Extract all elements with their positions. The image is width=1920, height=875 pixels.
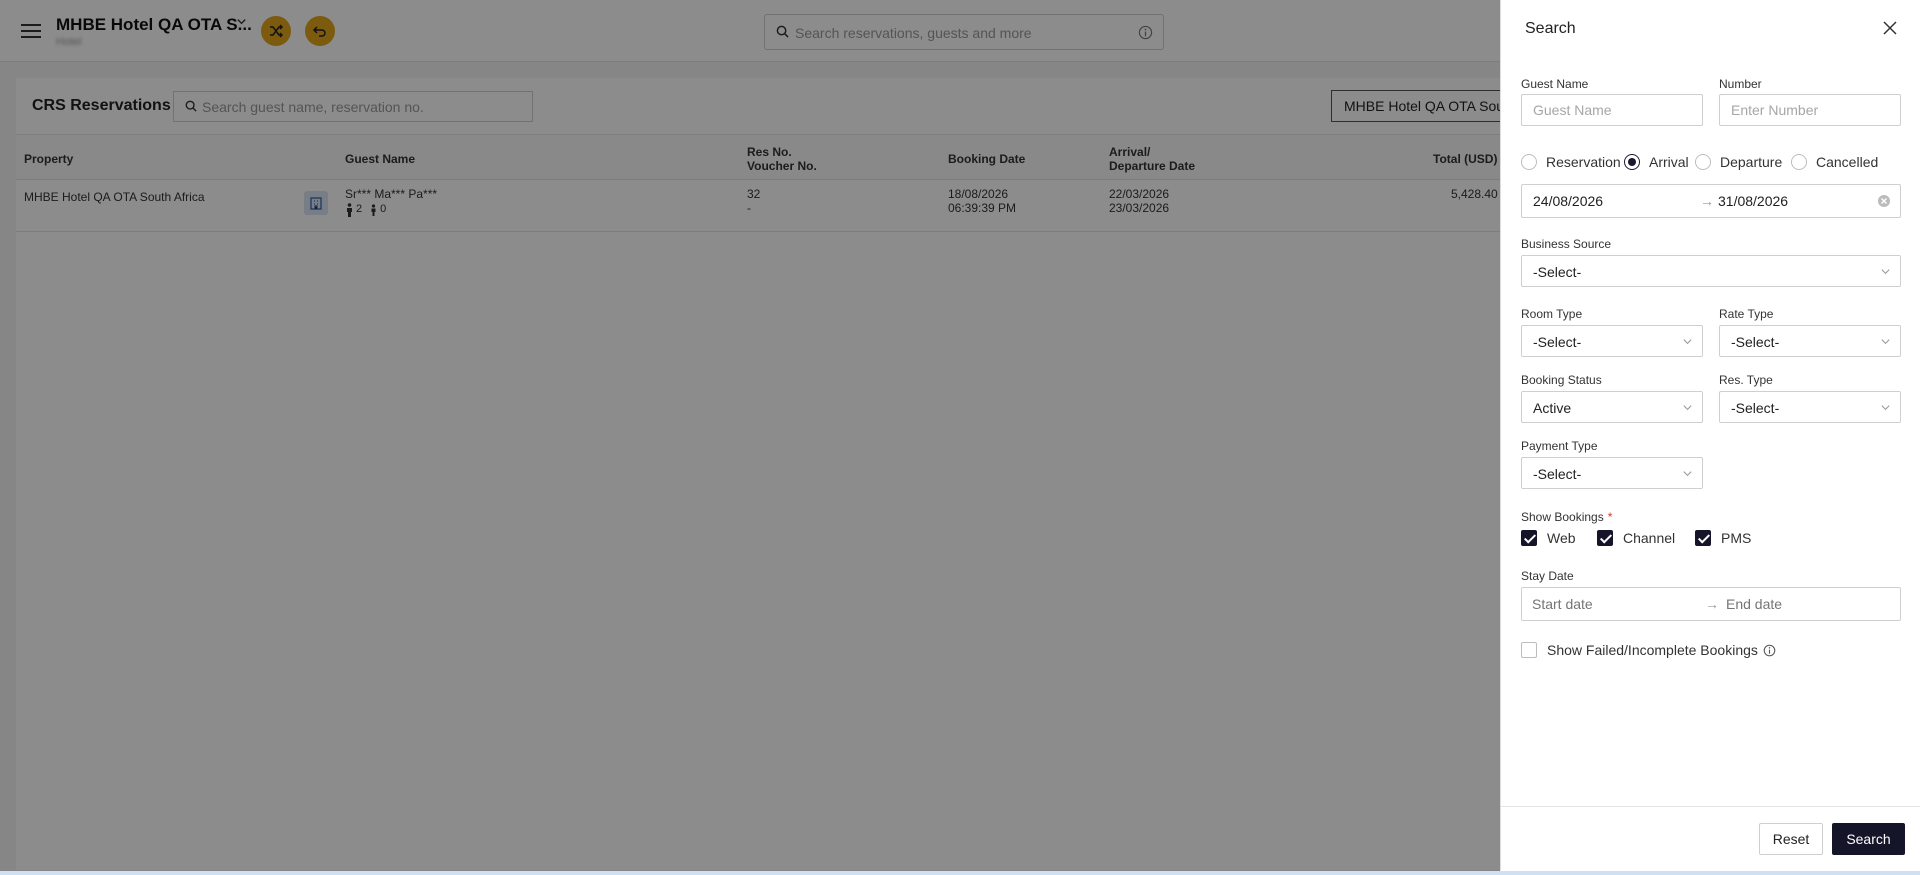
checkbox-box[interactable] xyxy=(1695,530,1711,546)
booking-status-select[interactable]: Active xyxy=(1521,391,1703,423)
checkbox-web[interactable]: Web xyxy=(1521,530,1576,546)
stay-end-input[interactable] xyxy=(1726,596,1876,612)
checkbox-box[interactable] xyxy=(1521,530,1537,546)
number-input[interactable] xyxy=(1719,94,1901,126)
room-type-label: Room Type xyxy=(1521,307,1583,321)
checkbox-label: Channel xyxy=(1623,530,1676,546)
stay-date-label: Stay Date xyxy=(1521,569,1574,583)
radio-reservation[interactable]: Reservation xyxy=(1521,154,1621,170)
chevron-down-icon xyxy=(1683,405,1692,411)
show-bookings-text: Show Bookings xyxy=(1521,510,1604,524)
checkbox-box[interactable] xyxy=(1521,642,1537,658)
room-type-select[interactable]: -Select- xyxy=(1521,325,1703,357)
checkbox-channel[interactable]: Channel xyxy=(1597,530,1675,546)
close-icon[interactable] xyxy=(1882,20,1900,38)
radio-departure[interactable]: Departure xyxy=(1695,154,1782,170)
radio-circle[interactable] xyxy=(1695,154,1711,170)
room-type-value: -Select- xyxy=(1533,334,1582,350)
radio-cancelled[interactable]: Cancelled xyxy=(1791,154,1878,170)
search-button[interactable]: Search xyxy=(1832,823,1905,855)
payment-type-label: Payment Type xyxy=(1521,439,1598,453)
radio-circle[interactable] xyxy=(1521,154,1537,170)
radio-label: Cancelled xyxy=(1816,154,1879,170)
rate-type-value: -Select- xyxy=(1731,334,1780,350)
arrow-right-icon: → xyxy=(1700,193,1714,209)
modal-overlay[interactable] xyxy=(0,0,1500,875)
checkbox-label: PMS xyxy=(1721,530,1752,546)
arrow-right-icon: → xyxy=(1705,596,1719,612)
date-to[interactable]: 31/08/2026 xyxy=(1718,193,1788,209)
business-source-value: -Select- xyxy=(1533,264,1582,280)
checkbox-label: Show Failed/Incomplete Bookings xyxy=(1547,642,1758,658)
radio-label: Reservation xyxy=(1546,154,1621,170)
radio-label: Arrival xyxy=(1649,154,1689,170)
date-from[interactable]: 24/08/2026 xyxy=(1533,193,1603,209)
number-label: Number xyxy=(1719,77,1762,91)
radio-circle-selected[interactable] xyxy=(1624,154,1640,170)
booking-status-value: Active xyxy=(1533,400,1572,416)
business-source-label: Business Source xyxy=(1521,237,1612,251)
checkbox-box[interactable] xyxy=(1597,530,1613,546)
guest-name-label: Guest Name xyxy=(1521,77,1589,91)
checkbox-pms[interactable]: PMS xyxy=(1695,530,1751,546)
guest-name-input[interactable] xyxy=(1521,94,1703,126)
radio-arrival[interactable]: Arrival xyxy=(1624,154,1689,170)
checkbox-label: Web xyxy=(1547,530,1576,546)
reset-button[interactable]: Reset xyxy=(1759,823,1823,855)
res-type-select[interactable]: -Select- xyxy=(1719,391,1901,423)
chevron-down-icon xyxy=(1683,471,1692,477)
payment-type-select[interactable]: -Select- xyxy=(1521,457,1703,489)
chevron-down-icon xyxy=(1881,405,1890,411)
res-type-value: -Select- xyxy=(1731,400,1780,416)
stay-start-input[interactable] xyxy=(1532,596,1682,612)
stay-date-picker[interactable]: → xyxy=(1521,587,1901,621)
footer-divider xyxy=(1501,806,1920,807)
drawer-title: Search xyxy=(1525,20,1576,37)
checkbox-show-failed[interactable]: Show Failed/Incomplete Bookings xyxy=(1521,642,1776,658)
chevron-down-icon xyxy=(1881,269,1890,275)
rate-type-select[interactable]: -Select- xyxy=(1719,325,1901,357)
booking-status-label: Booking Status xyxy=(1521,373,1602,387)
radio-label: Departure xyxy=(1720,154,1783,170)
radio-circle[interactable] xyxy=(1791,154,1807,170)
bottom-strip xyxy=(0,871,1920,875)
res-type-label: Res. Type xyxy=(1719,373,1773,387)
clear-icon[interactable] xyxy=(1877,194,1891,208)
payment-type-value: -Select- xyxy=(1533,466,1582,482)
chevron-down-icon xyxy=(1881,339,1890,345)
search-drawer: Search Guest Name Number Reservation Arr… xyxy=(1500,0,1920,871)
required-marker: * xyxy=(1607,510,1613,524)
rate-type-label: Rate Type xyxy=(1719,307,1774,321)
date-range-picker[interactable]: 24/08/2026 → 31/08/2026 xyxy=(1521,184,1901,218)
show-bookings-label: Show Bookings * xyxy=(1521,510,1612,524)
chevron-down-icon xyxy=(1683,339,1692,345)
info-icon[interactable] xyxy=(1763,644,1776,657)
business-source-select[interactable]: -Select- xyxy=(1521,255,1901,287)
